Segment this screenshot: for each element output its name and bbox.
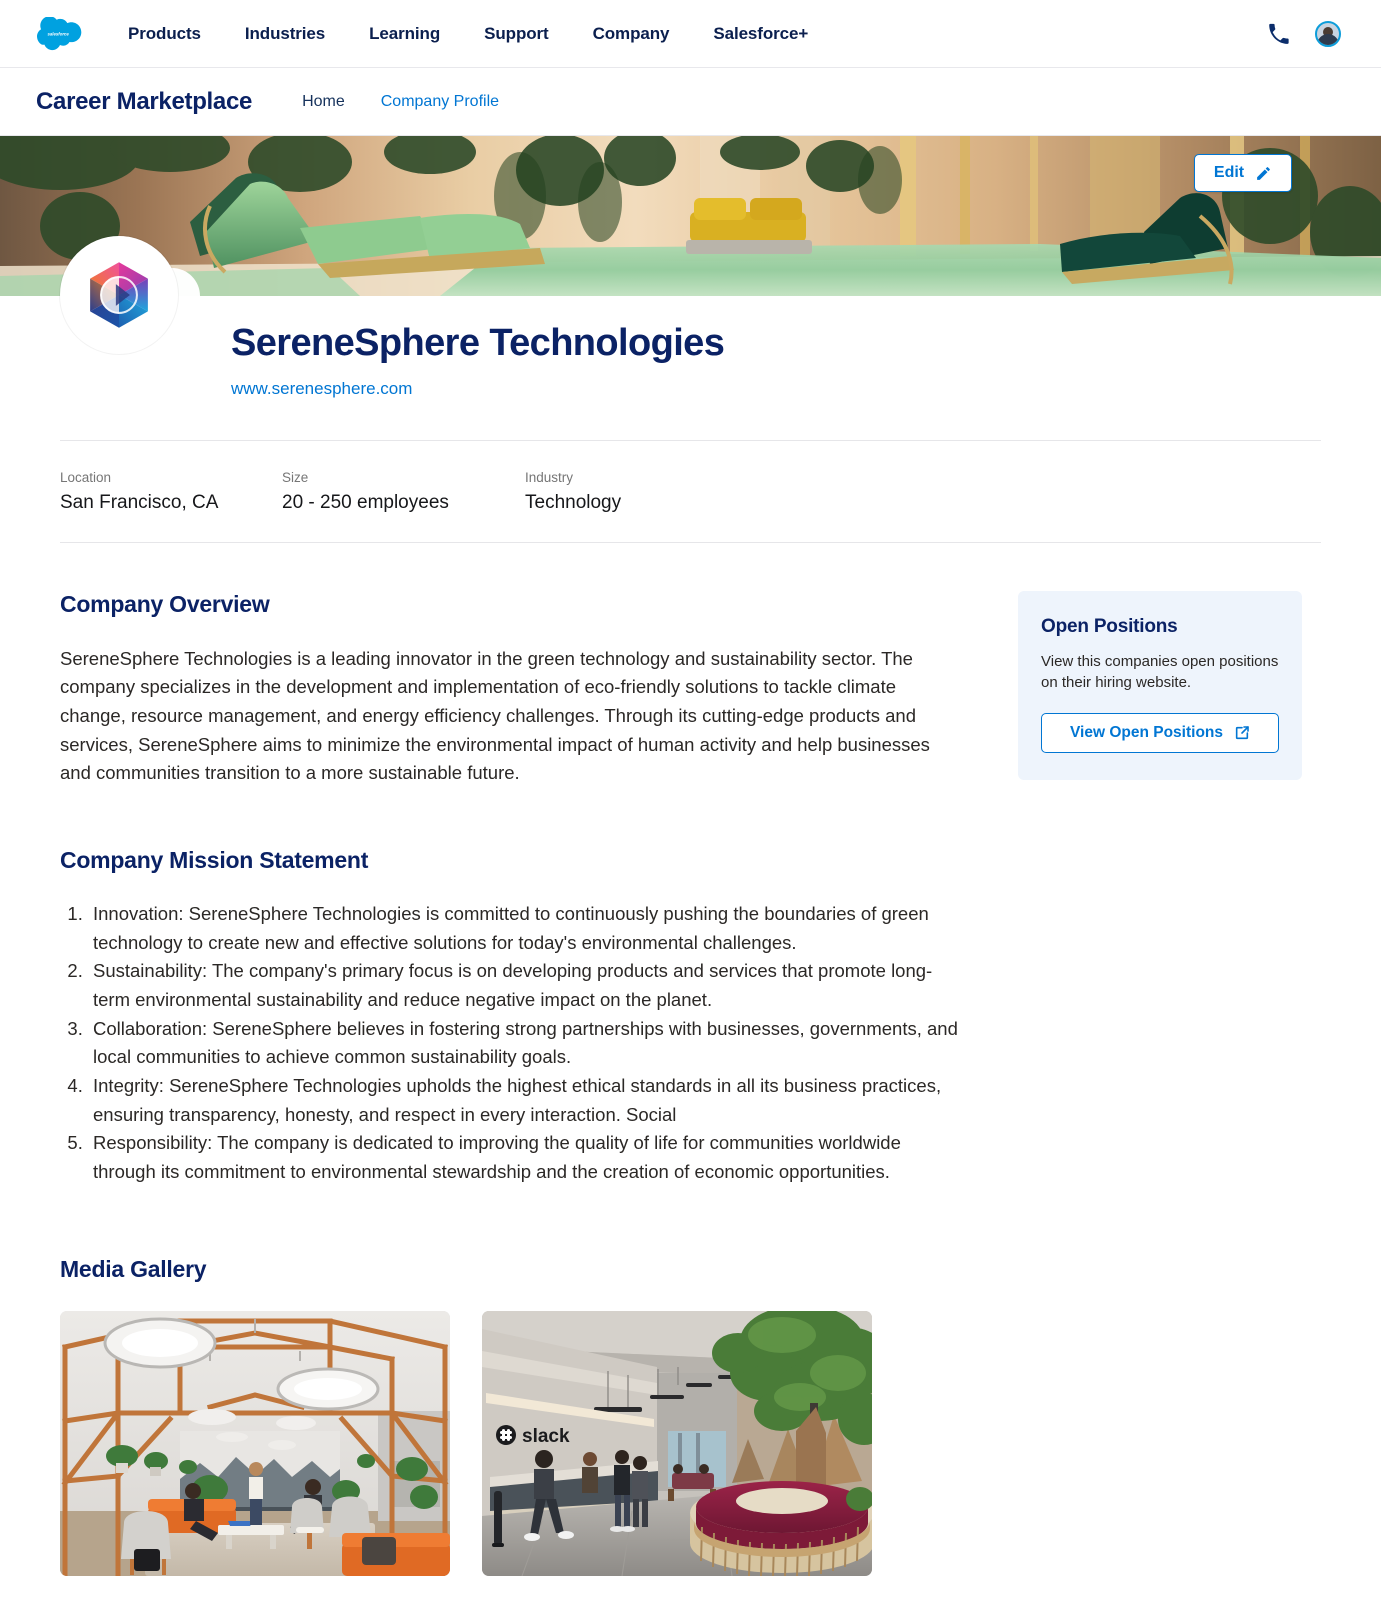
meta-industry-value: Technology [525,491,622,513]
company-overview-text: SereneSphere Technologies is a leading i… [60,647,930,784]
company-logo [60,236,178,354]
content-grid: Company Overview SereneSphere Technologi… [60,543,1321,1576]
pencil-icon [1257,166,1270,180]
media-gallery-title: Media Gallery [60,1255,207,1282]
view-open-positions-label: View Open Positions [1069,724,1224,742]
global-nav-item-learning[interactable]: Learning [347,24,462,44]
global-nav-item-products[interactable]: Products [106,24,223,44]
list-item: Responsibility: The company is dedicated… [88,1129,960,1186]
avatar-body [1317,33,1339,45]
sub-nav-link-home[interactable]: Home [284,93,363,111]
sub-nav: Career Marketplace Home Company Profile [0,68,1381,136]
company-overview-section: Company Overview SereneSphere Technologi… [60,591,960,788]
meta-size: Size 20 - 250 employees [282,470,525,514]
sub-nav-brand[interactable]: Career Marketplace [36,88,252,116]
salesforce-logo[interactable]: salesforce [36,16,84,51]
svg-text:slack: slack [522,1426,570,1447]
gallery-image-1[interactable] [60,1310,450,1576]
page-bottom-spacer [60,1576,1321,1614]
open-positions-description: View this companies open positions on th… [1041,652,1279,691]
list-item: Innovation: SereneSphere Technologies is… [88,900,960,957]
edit-button[interactable]: Edit [1194,154,1292,192]
meta-size-value: 20 - 250 employees [282,491,449,513]
phone-icon[interactable] [1267,23,1289,45]
meta-industry: Industry Technology [525,470,631,514]
global-nav-item-company[interactable]: Company [571,24,692,44]
list-item: Collaboration: SereneSphere believes in … [88,1015,960,1072]
global-nav-item-support[interactable]: Support [462,24,570,44]
global-nav-item-salesforce-plus[interactable]: Salesforce+ [691,24,830,44]
page-body: SereneSphere Technologies www.serenesphe… [0,236,1381,1614]
external-link-icon [1235,726,1249,740]
media-gallery-section: Media Gallery slack [60,1246,960,1576]
main-column: Company Overview SereneSphere Technologi… [60,591,960,1576]
svg-text:salesforce: salesforce [48,31,70,36]
global-nav-actions [1267,20,1349,47]
hexagon-logo-icon [90,262,148,328]
view-open-positions-button[interactable]: View Open Positions [1041,713,1279,754]
page-title: SereneSphere Technologies [231,322,725,364]
company-website-link[interactable]: www.serenesphere.com [231,379,724,399]
mission-statement-section: Company Mission Statement Innovation: Se… [60,847,960,1187]
company-meta-row: Location San Francisco, CA Size 20 - 250… [60,441,1321,542]
profile-title-block: SereneSphere Technologies www.serenesphe… [178,296,725,399]
list-item: Integrity: SereneSphere Technologies uph… [88,1072,960,1129]
hero-banner-image [0,136,1381,296]
slack-lobby-image: slack [482,1310,872,1576]
meta-location-value: San Francisco, CA [60,491,219,513]
meta-size-label: Size [282,469,309,485]
office-lounge-image [60,1310,450,1576]
open-positions-title: Open Positions [1041,615,1178,637]
gallery-image-2[interactable]: slack [482,1310,872,1576]
meta-industry-label: Industry [525,469,574,485]
profile-header: SereneSphere Technologies www.serenesphe… [60,236,1321,399]
edit-button-label: Edit [1213,164,1245,181]
global-nav-items: Products Industries Learning Support Com… [106,24,830,44]
side-column: Open Positions View this companies open … [1018,590,1302,781]
sub-nav-link-company-profile[interactable]: Company Profile [363,93,517,111]
hero-banner: Edit [0,136,1381,296]
company-overview-title: Company Overview [60,590,270,617]
avatar[interactable] [1315,20,1341,47]
open-positions-card: Open Positions View this companies open … [1018,590,1302,781]
global-nav: salesforce Products Industries Learning … [0,0,1381,68]
meta-location-label: Location [60,469,112,485]
meta-location: Location San Francisco, CA [60,470,282,514]
list-item: Sustainability: The company's primary fo… [88,957,960,1014]
mission-list: Innovation: SereneSphere Technologies is… [60,900,960,1187]
media-gallery: slack [60,1310,960,1576]
mission-statement-title: Company Mission Statement [60,847,369,874]
global-nav-item-industries[interactable]: Industries [223,24,347,44]
